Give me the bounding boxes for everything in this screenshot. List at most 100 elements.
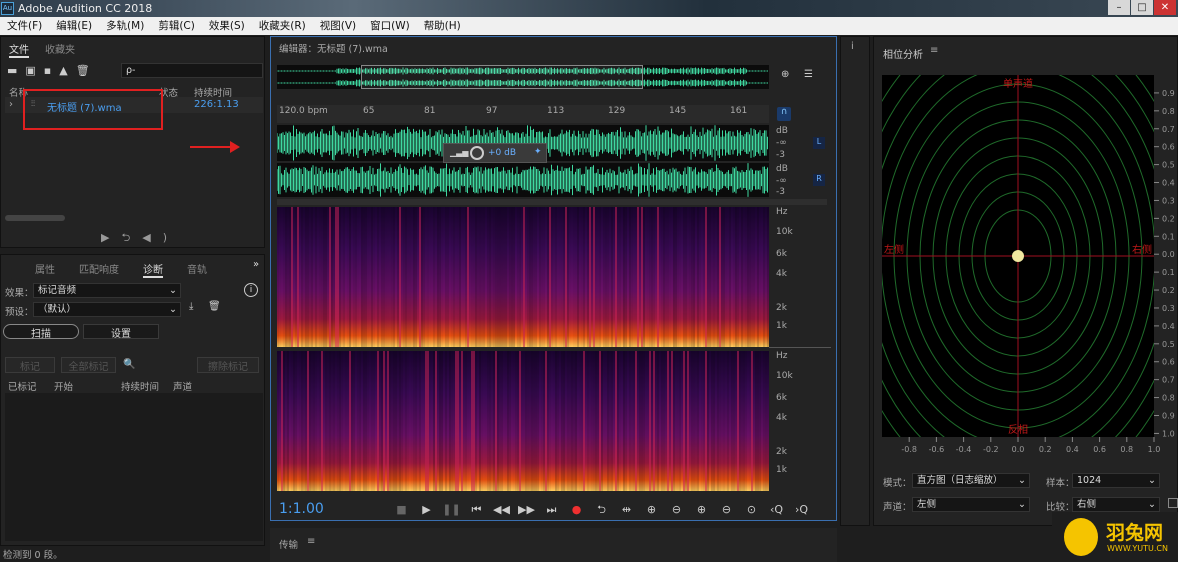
zoom-in-time-icon[interactable]: ⊕ — [689, 503, 714, 516]
menu-multitrack[interactable]: 多轨(M) — [99, 17, 151, 35]
erase-marks-button[interactable]: 擦除标记 — [197, 357, 259, 373]
spectrogram-column — [337, 207, 339, 347]
col-duration[interactable]: 持续时间 — [121, 379, 159, 393]
effect-select[interactable]: 标记音频 ⌄ — [33, 283, 181, 298]
mode-select[interactable]: 直方图（日志缩放） ⌄ — [912, 473, 1030, 488]
tab-diagnostics[interactable]: 诊断 — [143, 261, 163, 278]
menu-view[interactable]: 视图(V) — [313, 17, 363, 35]
collapsed-panel-strip[interactable]: i — [840, 36, 870, 526]
zoom-out-point-icon[interactable]: ›Q — [789, 503, 814, 516]
fast-forward-icon[interactable]: ▶▶ — [514, 503, 539, 516]
zoom-in-amplitude-icon[interactable]: ⊕ — [639, 503, 664, 516]
menu-edit[interactable]: 编辑(E) — [49, 17, 99, 35]
minimize-button[interactable]: – — [1108, 0, 1130, 15]
rewind-icon[interactable]: ◀◀ — [489, 503, 514, 516]
search-icon[interactable]: 🔍 — [123, 359, 135, 370]
maximize-button[interactable]: □ — [1131, 0, 1153, 15]
loop-icon[interactable]: ⮌ — [589, 501, 614, 520]
menu-clip[interactable]: 剪辑(C) — [151, 17, 202, 35]
spectrogram-column — [397, 207, 399, 347]
pin-icon[interactable]: ✦ — [534, 147, 542, 157]
skip-forward-icon[interactable]: ⏭ — [539, 503, 564, 517]
zoom-in-point-icon[interactable]: ‹Q — [764, 503, 789, 516]
delete-preset-icon[interactable]: 🗑 — [208, 301, 221, 312]
mark-button[interactable]: 标记 — [5, 357, 55, 373]
splitter[interactable] — [277, 199, 827, 205]
compare-select[interactable]: 右侧 ⌄ — [1072, 497, 1160, 512]
checkbox[interactable] — [1168, 498, 1178, 508]
col-marked[interactable]: 已标记 — [8, 379, 37, 393]
scrollbar[interactable] — [5, 215, 65, 221]
skip-selection-icon[interactable]: ⇹ — [614, 503, 639, 516]
list-view-icon[interactable]: ☰ — [804, 69, 813, 80]
hud-volume[interactable]: ▁▃▅ +0 dB ✦ — [443, 143, 547, 163]
col-start[interactable]: 开始 — [54, 379, 73, 393]
menu-favorites[interactable]: 收藏夹(R) — [252, 17, 313, 35]
channel-right-button[interactable]: R — [813, 174, 825, 186]
info-icon[interactable]: i — [244, 283, 258, 297]
mark-all-button[interactable]: 全部标记 — [61, 357, 116, 373]
spectrogram-left[interactable] — [277, 207, 769, 347]
expand-icon[interactable]: › — [9, 99, 13, 110]
zoom-navigator[interactable] — [361, 65, 643, 89]
zoom-out-amplitude-icon[interactable]: ⊖ — [664, 503, 689, 516]
waveform-right[interactable] — [276, 163, 769, 197]
panel-menu-icon[interactable]: ≡ — [307, 536, 315, 547]
file-search-input[interactable]: ρ- — [121, 63, 263, 78]
spectrogram-column — [523, 351, 525, 491]
settings-button[interactable]: 设置 — [83, 324, 159, 340]
file-playback-icons[interactable]: ▶⮌◀) — [101, 229, 179, 248]
spectrogram-column — [413, 207, 415, 347]
spectrogram-column — [473, 207, 475, 347]
spectrogram-column — [453, 207, 455, 347]
current-time[interactable]: 1:1.00 — [279, 501, 324, 517]
tab-files[interactable]: 文件 — [9, 41, 29, 58]
spectrogram-column — [397, 351, 399, 491]
record-icon[interactable]: ● — [564, 503, 589, 516]
snap-magnet-icon[interactable]: ∩ — [777, 107, 791, 121]
volume-knob[interactable] — [470, 146, 484, 160]
pause-icon[interactable]: ❚❚ — [439, 503, 464, 516]
spectrogram-column — [529, 207, 531, 347]
col-channel[interactable]: 声道 — [173, 379, 192, 393]
menu-window[interactable]: 窗口(W) — [363, 17, 417, 35]
tab-properties[interactable]: 属性 — [35, 261, 55, 278]
freq-label: 1k — [776, 465, 787, 475]
info-icon[interactable]: i — [851, 41, 854, 52]
tab-tracks[interactable]: 音轨 — [187, 261, 207, 278]
zoom-to-selection-icon[interactable]: ⊕ — [781, 69, 789, 80]
spectrogram-column — [677, 207, 679, 347]
mode-label: 模式： — [883, 478, 912, 489]
tab-match-loudness[interactable]: 匹配响度 — [79, 261, 119, 278]
spectrogram-column — [683, 351, 685, 491]
spectrogram-column — [493, 351, 495, 491]
menu-help[interactable]: 帮助(H) — [417, 17, 468, 35]
close-button[interactable]: ✕ — [1154, 0, 1176, 15]
y-tick-label: 0.3 — [1162, 304, 1175, 313]
spectrogram-column — [629, 351, 631, 491]
editor-title[interactable]: 编辑器：无标题 (7).wma — [279, 41, 388, 55]
preset-select[interactable]: （默认） ⌄ — [33, 302, 181, 317]
scan-button[interactable]: 扫描 — [3, 324, 79, 340]
skip-back-icon[interactable]: ⏮ — [464, 503, 489, 517]
zoom-full-icon[interactable]: ⊙ — [739, 503, 764, 516]
save-preset-icon[interactable]: ⤓ — [189, 301, 193, 312]
spectrogram-column — [423, 207, 425, 347]
stop-icon[interactable]: ■ — [389, 503, 414, 516]
time-ruler[interactable]: 120.0 bpm 65 81 97 113 129 145 161 — [277, 105, 769, 123]
spectrogram-right[interactable] — [277, 351, 769, 491]
zoom-out-time-icon[interactable]: ⊖ — [714, 503, 739, 516]
sample-select[interactable]: 1024 ⌄ — [1072, 473, 1160, 488]
panel-menu-icon[interactable]: ≡ — [930, 45, 938, 56]
menu-effects[interactable]: 效果(S) — [202, 17, 252, 35]
spectrogram-column — [487, 207, 489, 347]
play-icon[interactable]: ▶ — [414, 503, 439, 516]
file-toolbar-icons[interactable]: ▬▣▪▲🗑 — [7, 64, 98, 77]
tab-favorites[interactable]: 收藏夹 — [45, 41, 75, 58]
spectrogram-column — [603, 207, 605, 347]
effect-label: 效果： — [5, 288, 34, 299]
menu-file[interactable]: 文件(F) — [0, 17, 49, 35]
more-panels-icon[interactable]: » — [253, 259, 259, 270]
channel-select[interactable]: 左侧 ⌄ — [912, 497, 1030, 512]
channel-left-button[interactable]: L — [813, 137, 825, 149]
